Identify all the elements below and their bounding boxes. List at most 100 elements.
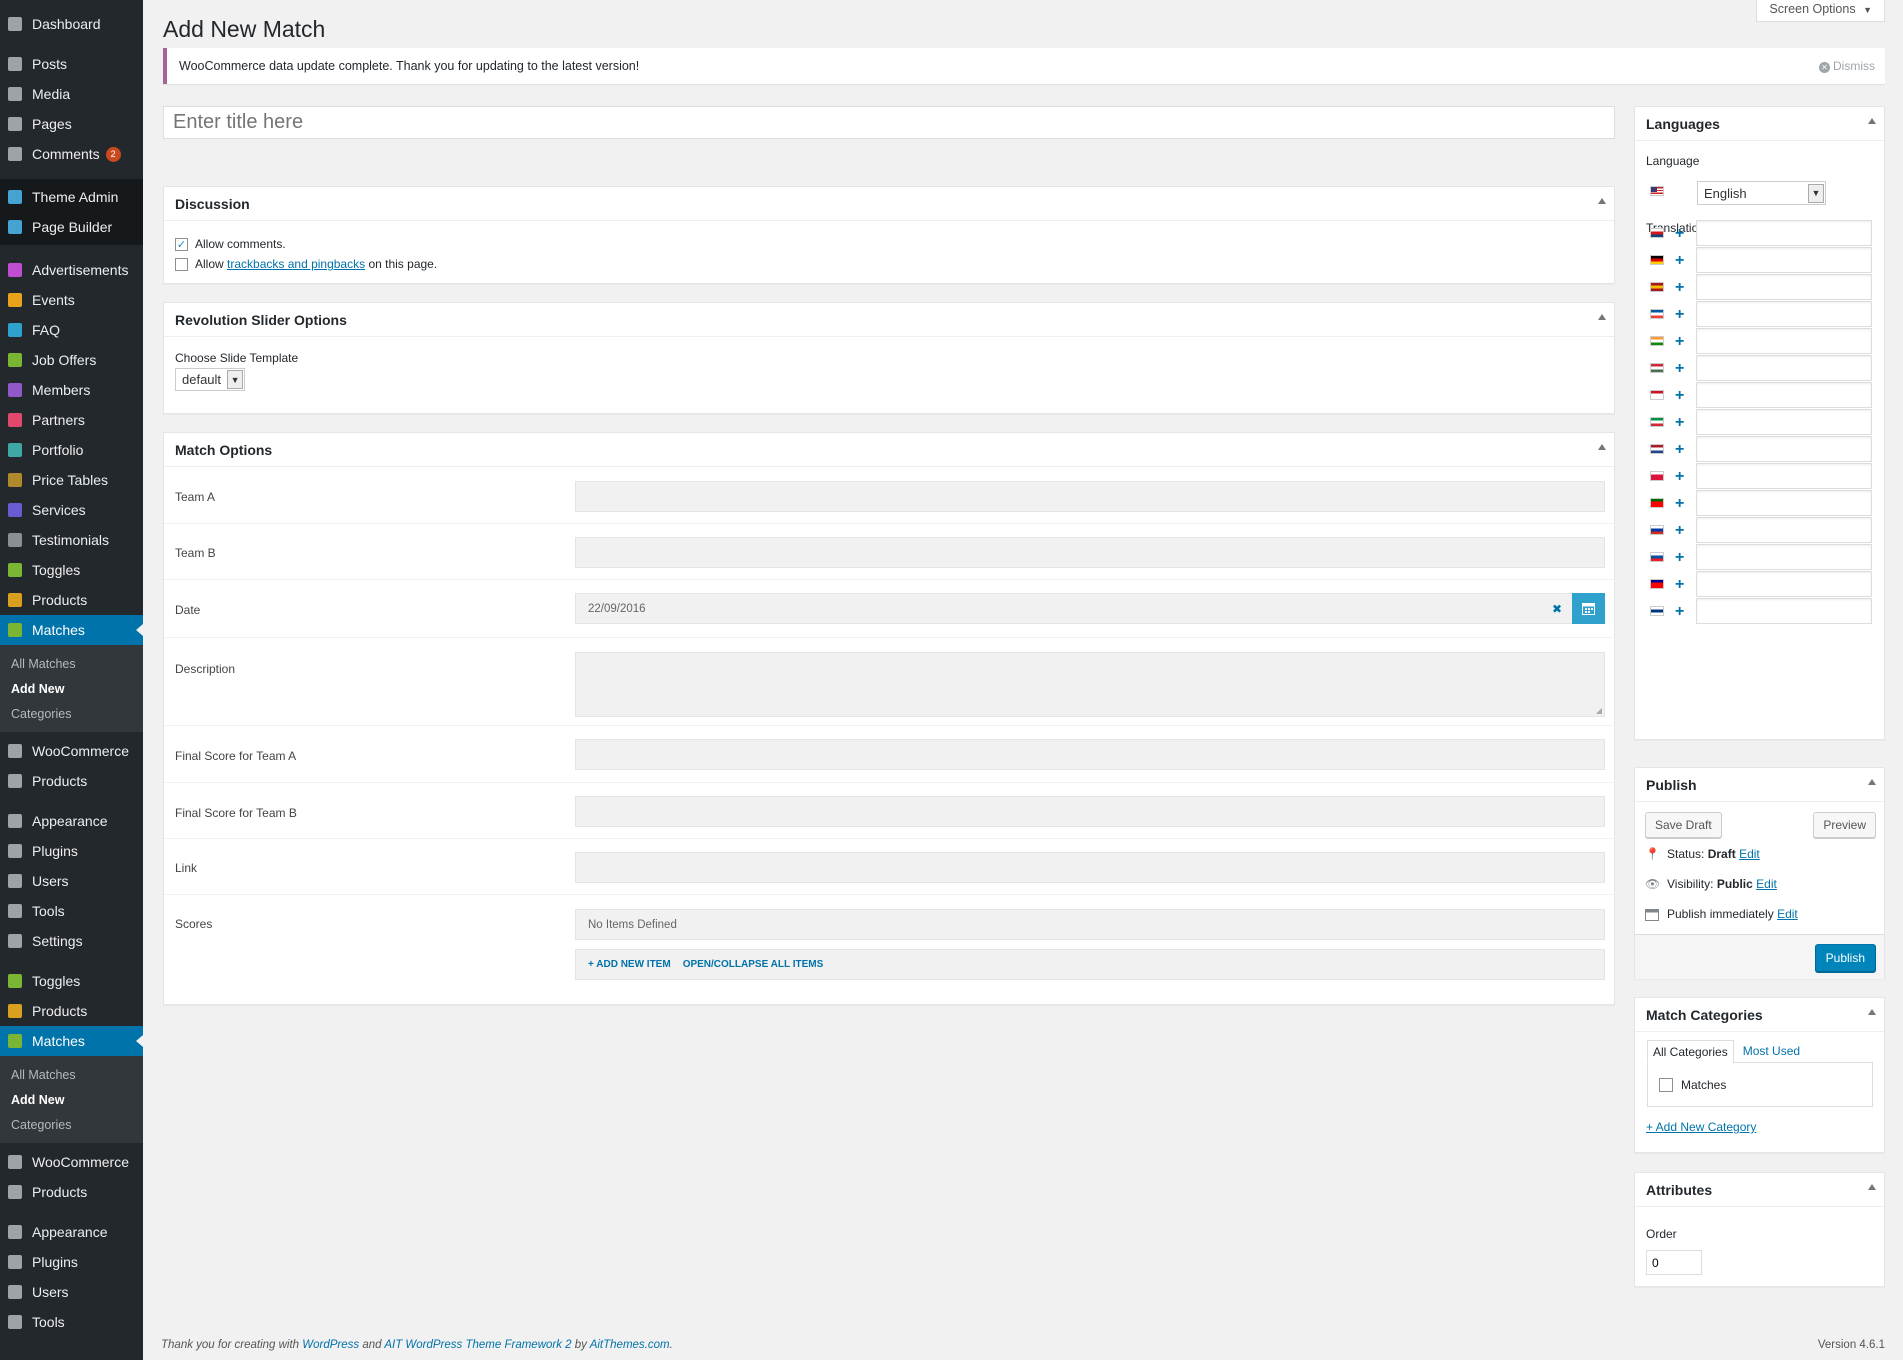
translation-input[interactable] [1696, 571, 1872, 597]
translation-input[interactable] [1696, 328, 1872, 354]
sidebar-item-theme-admin[interactable]: Theme Admin [0, 182, 143, 212]
attributes-header[interactable]: Attributes [1635, 1173, 1884, 1207]
edit-status-link[interactable]: Edit [1739, 847, 1760, 861]
collapse-arrow-icon[interactable] [1868, 779, 1876, 785]
edit-visibility-link[interactable]: Edit [1756, 877, 1777, 891]
add-translation-icon[interactable]: + [1675, 577, 1684, 593]
add-translation-icon[interactable]: + [1675, 550, 1684, 566]
final-score-b-input[interactable] [575, 796, 1605, 827]
submenu-item-categories[interactable]: Categories [0, 701, 143, 726]
preview-button[interactable]: Preview [1813, 812, 1876, 838]
sidebar-item-settings[interactable]: Settings [0, 926, 143, 956]
slide-template-select[interactable]: default ▼ [175, 368, 246, 391]
post-title-input[interactable] [163, 106, 1615, 139]
order-input[interactable] [1646, 1250, 1702, 1275]
discussion-header[interactable]: Discussion [164, 187, 1614, 221]
sidebar-item-tools[interactable]: Tools [0, 1307, 143, 1337]
collapse-arrow-icon[interactable] [1598, 444, 1606, 450]
sidebar-item-woocommerce[interactable]: WooCommerce [0, 1147, 143, 1177]
add-translation-icon[interactable]: + [1675, 280, 1684, 296]
sidebar-item-dashboard[interactable]: Dashboard [0, 9, 143, 39]
add-translation-icon[interactable]: + [1675, 226, 1684, 242]
allow-trackbacks-checkbox[interactable] [175, 257, 188, 271]
translation-input[interactable] [1696, 436, 1872, 462]
translation-input[interactable] [1696, 382, 1872, 408]
translation-input[interactable] [1696, 301, 1872, 327]
sidebar-item-products[interactable]: Products [0, 996, 143, 1026]
translation-input[interactable] [1696, 220, 1872, 246]
sidebar-item-pages[interactable]: Pages [0, 109, 143, 139]
sidebar-item-members[interactable]: Members [0, 375, 143, 405]
sidebar-item-matches[interactable]: Matches [0, 615, 143, 645]
collapse-arrow-icon[interactable] [1868, 1184, 1876, 1190]
submenu-item-categories[interactable]: Categories [0, 1112, 143, 1137]
aitthemes-link[interactable]: AitThemes.com [590, 1339, 670, 1351]
save-draft-button[interactable]: Save Draft [1645, 812, 1722, 838]
sidebar-item-toggles[interactable]: Toggles [0, 966, 143, 996]
publish-button[interactable]: Publish [1814, 944, 1876, 972]
add-translation-icon[interactable]: + [1675, 361, 1684, 377]
sidebar-item-portfolio[interactable]: Portfolio [0, 435, 143, 465]
collapse-arrow-icon[interactable] [1598, 198, 1606, 204]
sidebar-item-advertisements[interactable]: Advertisements [0, 255, 143, 285]
translation-input[interactable] [1696, 598, 1872, 624]
team-b-input[interactable] [575, 537, 1605, 568]
categories-header[interactable]: Match Categories [1635, 998, 1884, 1032]
ait-framework-link[interactable]: AIT WordPress Theme Framework 2 [384, 1339, 571, 1351]
screen-options-button[interactable]: Screen Options ▼ [1756, 0, 1885, 22]
translation-input[interactable] [1696, 274, 1872, 300]
team-a-input[interactable] [575, 481, 1605, 512]
date-input[interactable]: 22/09/2016 ✖ [575, 593, 1605, 624]
collapse-arrow-icon[interactable] [1868, 1009, 1876, 1015]
allow-comments-checkbox[interactable]: ✓ [175, 237, 188, 251]
language-select[interactable]: English ▼ [1697, 181, 1826, 205]
add-translation-icon[interactable]: + [1675, 307, 1684, 323]
sidebar-item-appearance[interactable]: Appearance [0, 1217, 143, 1247]
submenu-item-all-matches[interactable]: All Matches [0, 1062, 143, 1087]
translation-input[interactable] [1696, 409, 1872, 435]
translation-input[interactable] [1696, 247, 1872, 273]
sidebar-item-events[interactable]: Events [0, 285, 143, 315]
translation-input[interactable] [1696, 463, 1872, 489]
sidebar-item-media[interactable]: Media [0, 79, 143, 109]
add-translation-icon[interactable]: + [1675, 469, 1684, 485]
sidebar-item-comments[interactable]: Comments 2 [0, 139, 143, 169]
sidebar-item-woocommerce[interactable]: WooCommerce [0, 736, 143, 766]
wordpress-link[interactable]: WordPress [302, 1339, 359, 1351]
category-matches-checkbox[interactable] [1659, 1078, 1673, 1092]
revslider-header[interactable]: Revolution Slider Options [164, 303, 1614, 337]
add-new-item-button[interactable]: + ADD NEW ITEM [588, 959, 671, 970]
translation-input[interactable] [1696, 355, 1872, 381]
add-new-category-link[interactable]: + Add New Category [1646, 1120, 1756, 1134]
resize-handle-icon[interactable]: ◢ [1596, 706, 1602, 715]
sidebar-item-tools[interactable]: Tools [0, 896, 143, 926]
sidebar-item-products[interactable]: Products [0, 1177, 143, 1207]
description-textarea[interactable]: ◢ [575, 652, 1605, 717]
sidebar-item-products[interactable]: Products [0, 585, 143, 615]
calendar-button[interactable] [1572, 593, 1605, 624]
link-input[interactable] [575, 852, 1605, 883]
sidebar-item-matches[interactable]: Matches [0, 1026, 143, 1056]
add-translation-icon[interactable]: + [1675, 388, 1684, 404]
collapse-arrow-icon[interactable] [1868, 118, 1876, 124]
sidebar-item-plugins[interactable]: Plugins [0, 1247, 143, 1277]
add-translation-icon[interactable]: + [1675, 604, 1684, 620]
submenu-item-add-new[interactable]: Add New [0, 676, 143, 701]
add-translation-icon[interactable]: + [1675, 496, 1684, 512]
clear-date-icon[interactable]: ✖ [1552, 602, 1562, 616]
add-translation-icon[interactable]: + [1675, 334, 1684, 350]
add-translation-icon[interactable]: + [1675, 415, 1684, 431]
edit-schedule-link[interactable]: Edit [1777, 907, 1798, 921]
add-translation-icon[interactable]: + [1675, 523, 1684, 539]
add-translation-icon[interactable]: + [1675, 442, 1684, 458]
sidebar-item-partners[interactable]: Partners [0, 405, 143, 435]
sidebar-item-price-tables[interactable]: Price Tables [0, 465, 143, 495]
sidebar-item-users[interactable]: Users [0, 866, 143, 896]
sidebar-item-toggles[interactable]: Toggles [0, 555, 143, 585]
sidebar-item-users[interactable]: Users [0, 1277, 143, 1307]
sidebar-item-job-offers[interactable]: Job Offers [0, 345, 143, 375]
sidebar-item-page-builder[interactable]: Page Builder [0, 212, 143, 242]
match-options-header[interactable]: Match Options [164, 433, 1614, 467]
tab-all-categories[interactable]: All Categories [1647, 1040, 1734, 1064]
tab-most-used[interactable]: Most Used [1734, 1040, 1809, 1064]
